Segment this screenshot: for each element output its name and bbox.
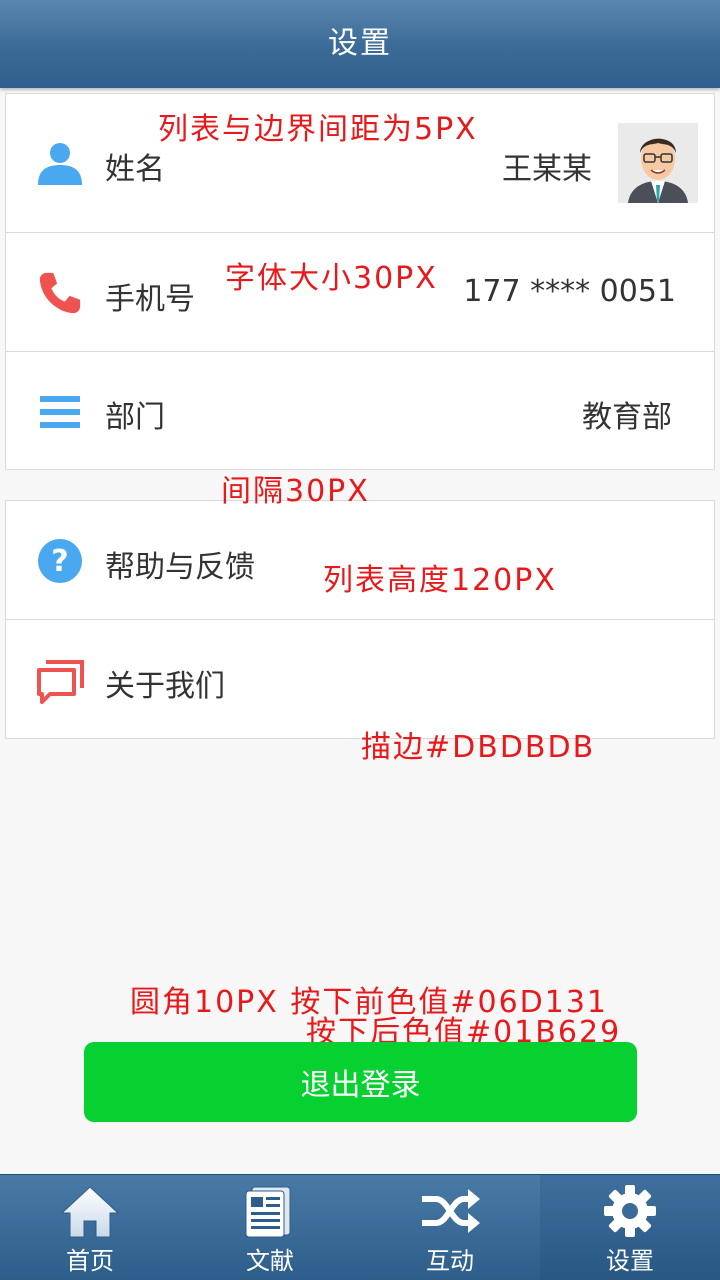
bottom-tab-bar: 首页 文献 互动 设置 (0, 1174, 720, 1280)
annotation-gap: 间隔30PX (221, 474, 370, 509)
help-label: 帮助与反馈 (105, 550, 255, 585)
department-value: 教育部 (582, 400, 672, 435)
phone-label: 手机号 (105, 282, 195, 317)
avatar[interactable] (618, 123, 698, 203)
phone-value: 177 **** 0051 (463, 274, 676, 309)
svg-text:?: ? (51, 544, 68, 579)
help-icon: ? (36, 537, 84, 585)
tab-settings[interactable]: 设置 (540, 1175, 720, 1280)
shuffle-icon (418, 1183, 482, 1239)
tab-home-label: 首页 (66, 1247, 114, 1275)
document-icon (238, 1183, 302, 1239)
tab-home[interactable]: 首页 (0, 1175, 180, 1280)
page-title: 设置 (0, 0, 720, 88)
about-row[interactable]: 关于我们 (6, 620, 714, 738)
tab-literature[interactable]: 文献 (180, 1175, 360, 1280)
department-label: 部门 (105, 400, 165, 435)
department-row[interactable]: 部门 教育部 (6, 352, 714, 469)
annotation-margin: 列表与边界间距为5PX (158, 112, 478, 147)
tab-literature-label: 文献 (246, 1247, 294, 1275)
person-icon (36, 139, 84, 187)
name-label: 姓名 (105, 152, 165, 187)
misc-list: ? 帮助与反馈 关于我们 (5, 500, 715, 739)
annotation-border: 描边#DBDBDB (361, 730, 596, 765)
tab-interaction-label: 互动 (426, 1247, 474, 1275)
home-icon (58, 1183, 122, 1239)
tab-interaction[interactable]: 互动 (360, 1175, 540, 1280)
menu-icon (36, 388, 84, 436)
tab-settings-label: 设置 (606, 1247, 654, 1275)
chat-icon (36, 658, 84, 706)
annotation-row-height: 列表高度120PX (323, 563, 557, 598)
about-label: 关于我们 (105, 669, 225, 704)
logout-button[interactable]: 退出登录 (84, 1042, 637, 1122)
name-value: 王某某 (502, 152, 592, 187)
annotation-font-size: 字体大小30PX (225, 261, 438, 296)
gear-icon (598, 1183, 662, 1239)
phone-icon (36, 269, 84, 317)
